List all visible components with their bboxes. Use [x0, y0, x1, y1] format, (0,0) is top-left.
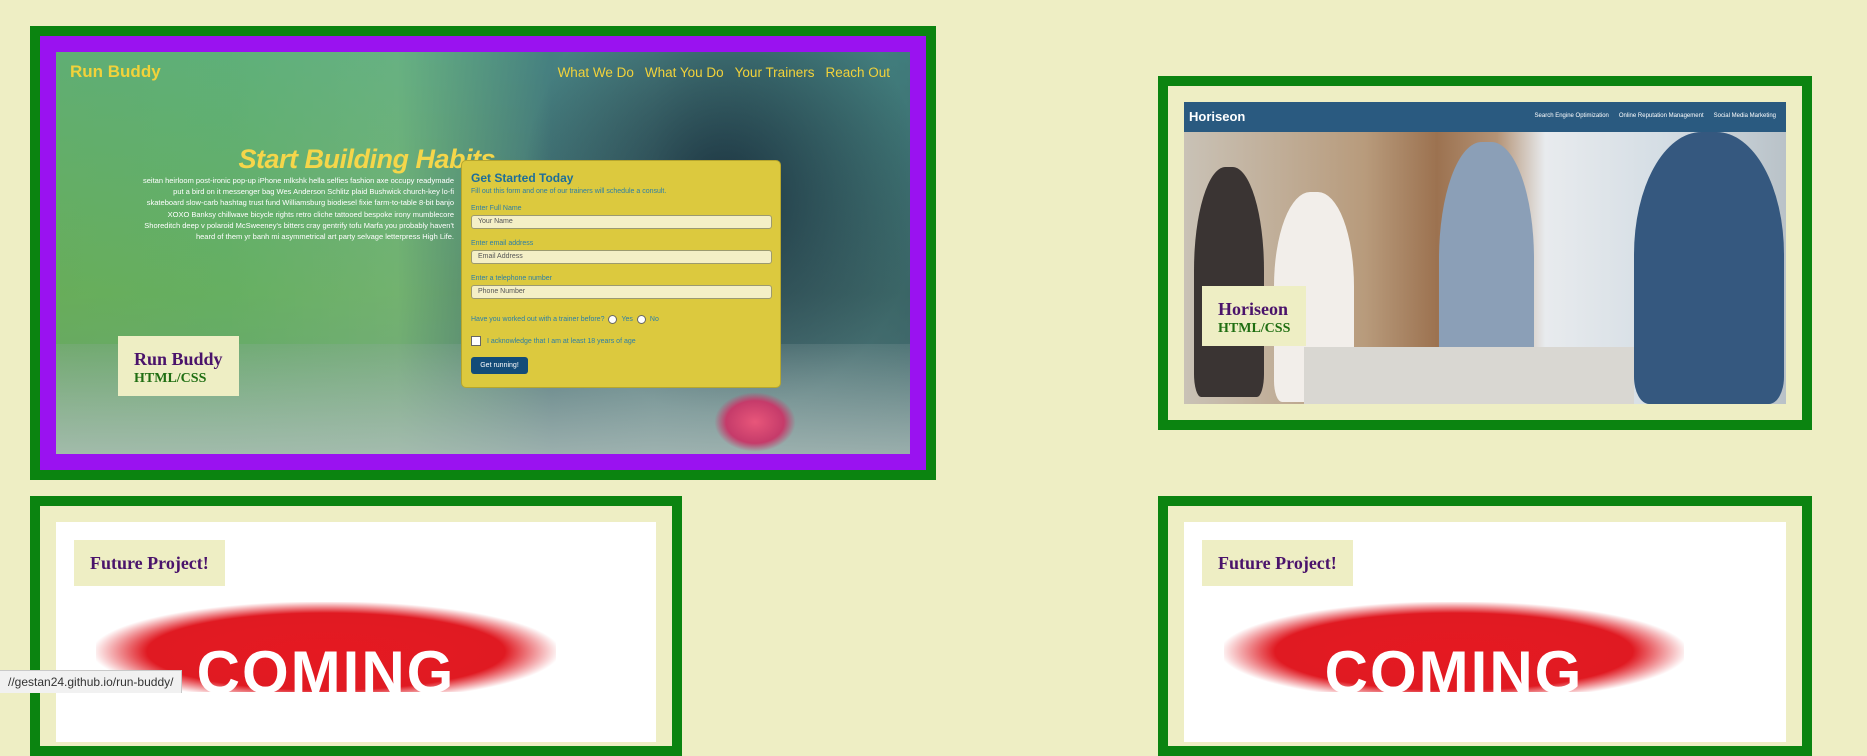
project-card-horiseon[interactable]: Horiseon Search Engine Optimization Onli… — [1158, 76, 1812, 430]
name-field: Your Name — [471, 215, 772, 229]
project-label: Run Buddy HTML/CSS — [118, 336, 239, 396]
project-tech: HTML/CSS — [134, 371, 207, 386]
horiseon-nav-item: Social Media Marketing — [1713, 113, 1776, 119]
coming-soon-banner: COMING SOON — [1224, 602, 1684, 742]
horiseon-header: Horiseon Search Engine Optimization Onli… — [1184, 102, 1786, 132]
age-acknowledge: I acknowledge that I am at least 18 year… — [471, 336, 636, 346]
radio-no-label: No — [649, 316, 659, 323]
trainer-question: Have you worked out with a trainer befor… — [471, 315, 659, 324]
form-title: Get Started Today — [471, 171, 574, 185]
horiseon-nav-item: Search Engine Optimization — [1534, 113, 1609, 119]
project-label: Horiseon HTML/CSS — [1202, 286, 1307, 346]
office-photo — [1184, 132, 1786, 404]
horiseon-nav-item: Online Reputation Management — [1618, 113, 1704, 119]
acknowledge-checkbox — [471, 336, 481, 346]
running-shoe — [714, 392, 796, 452]
phone-label: Enter a telephone number — [471, 275, 552, 282]
rb-nav-item: What We Do — [557, 65, 634, 80]
coming-soon-text: COMING SOON — [1324, 639, 1584, 742]
form-subtitle: Fill out this form and one of our traine… — [471, 188, 667, 195]
project-label: Future Project! — [74, 540, 225, 586]
link-status-bar: //gestan24.github.io/run-buddy/ — [0, 670, 183, 693]
rb-nav: What We Do What You Do Your Trainers Rea… — [558, 65, 890, 80]
rb-nav-item: What You Do — [644, 65, 724, 80]
person — [1194, 167, 1264, 397]
phone-field: Phone Number — [471, 285, 772, 299]
horiseon-logo: Horiseon — [1189, 109, 1246, 124]
name-label: Enter Full Name — [471, 205, 522, 212]
horiseon-preview: Horiseon Search Engine Optimization Onli… — [1184, 102, 1786, 404]
project-tech: HTML/CSS — [1218, 321, 1291, 336]
horiseon-nav: Search Engine Optimization Online Reputa… — [1535, 113, 1776, 119]
email-label: Enter email address — [471, 240, 534, 247]
email-field: Email Address — [471, 250, 772, 264]
rb-blurb: seitan heirloom post-ironic pop-up iPhon… — [142, 176, 454, 242]
project-title: Run Buddy — [134, 349, 223, 369]
rb-headline: Start Building Habits. — [238, 144, 502, 174]
project-label: Future Project! — [1202, 540, 1353, 586]
radio-yes — [608, 315, 618, 324]
question-text: Have you worked out with a trainer befor… — [471, 316, 605, 323]
rb-signup-form: Get Started Today Fill out this form and… — [461, 160, 781, 388]
meeting-table — [1304, 347, 1634, 404]
rb-nav-item: Reach Out — [825, 65, 890, 80]
acknowledge-text: I acknowledge that I am at least 18 year… — [487, 337, 636, 345]
project-title: Future Project! — [1218, 553, 1337, 573]
rb-nav-item: Your Trainers — [734, 65, 815, 80]
project-title: Horiseon — [1218, 299, 1288, 319]
project-card-future-2[interactable]: COMING SOON Future Project! — [1158, 496, 1812, 756]
get-running-button: Get running! — [471, 357, 528, 374]
project-card-future-1[interactable]: COMING SOON Future Project! — [30, 496, 682, 756]
radio-yes-label: Yes — [621, 316, 633, 323]
project-card-run-buddy[interactable]: Run Buddy What We Do What You Do Your Tr… — [30, 26, 936, 480]
project-title: Future Project! — [90, 553, 209, 573]
rb-brand: Run Buddy — [70, 62, 161, 81]
person — [1634, 132, 1784, 404]
radio-no — [636, 315, 646, 324]
